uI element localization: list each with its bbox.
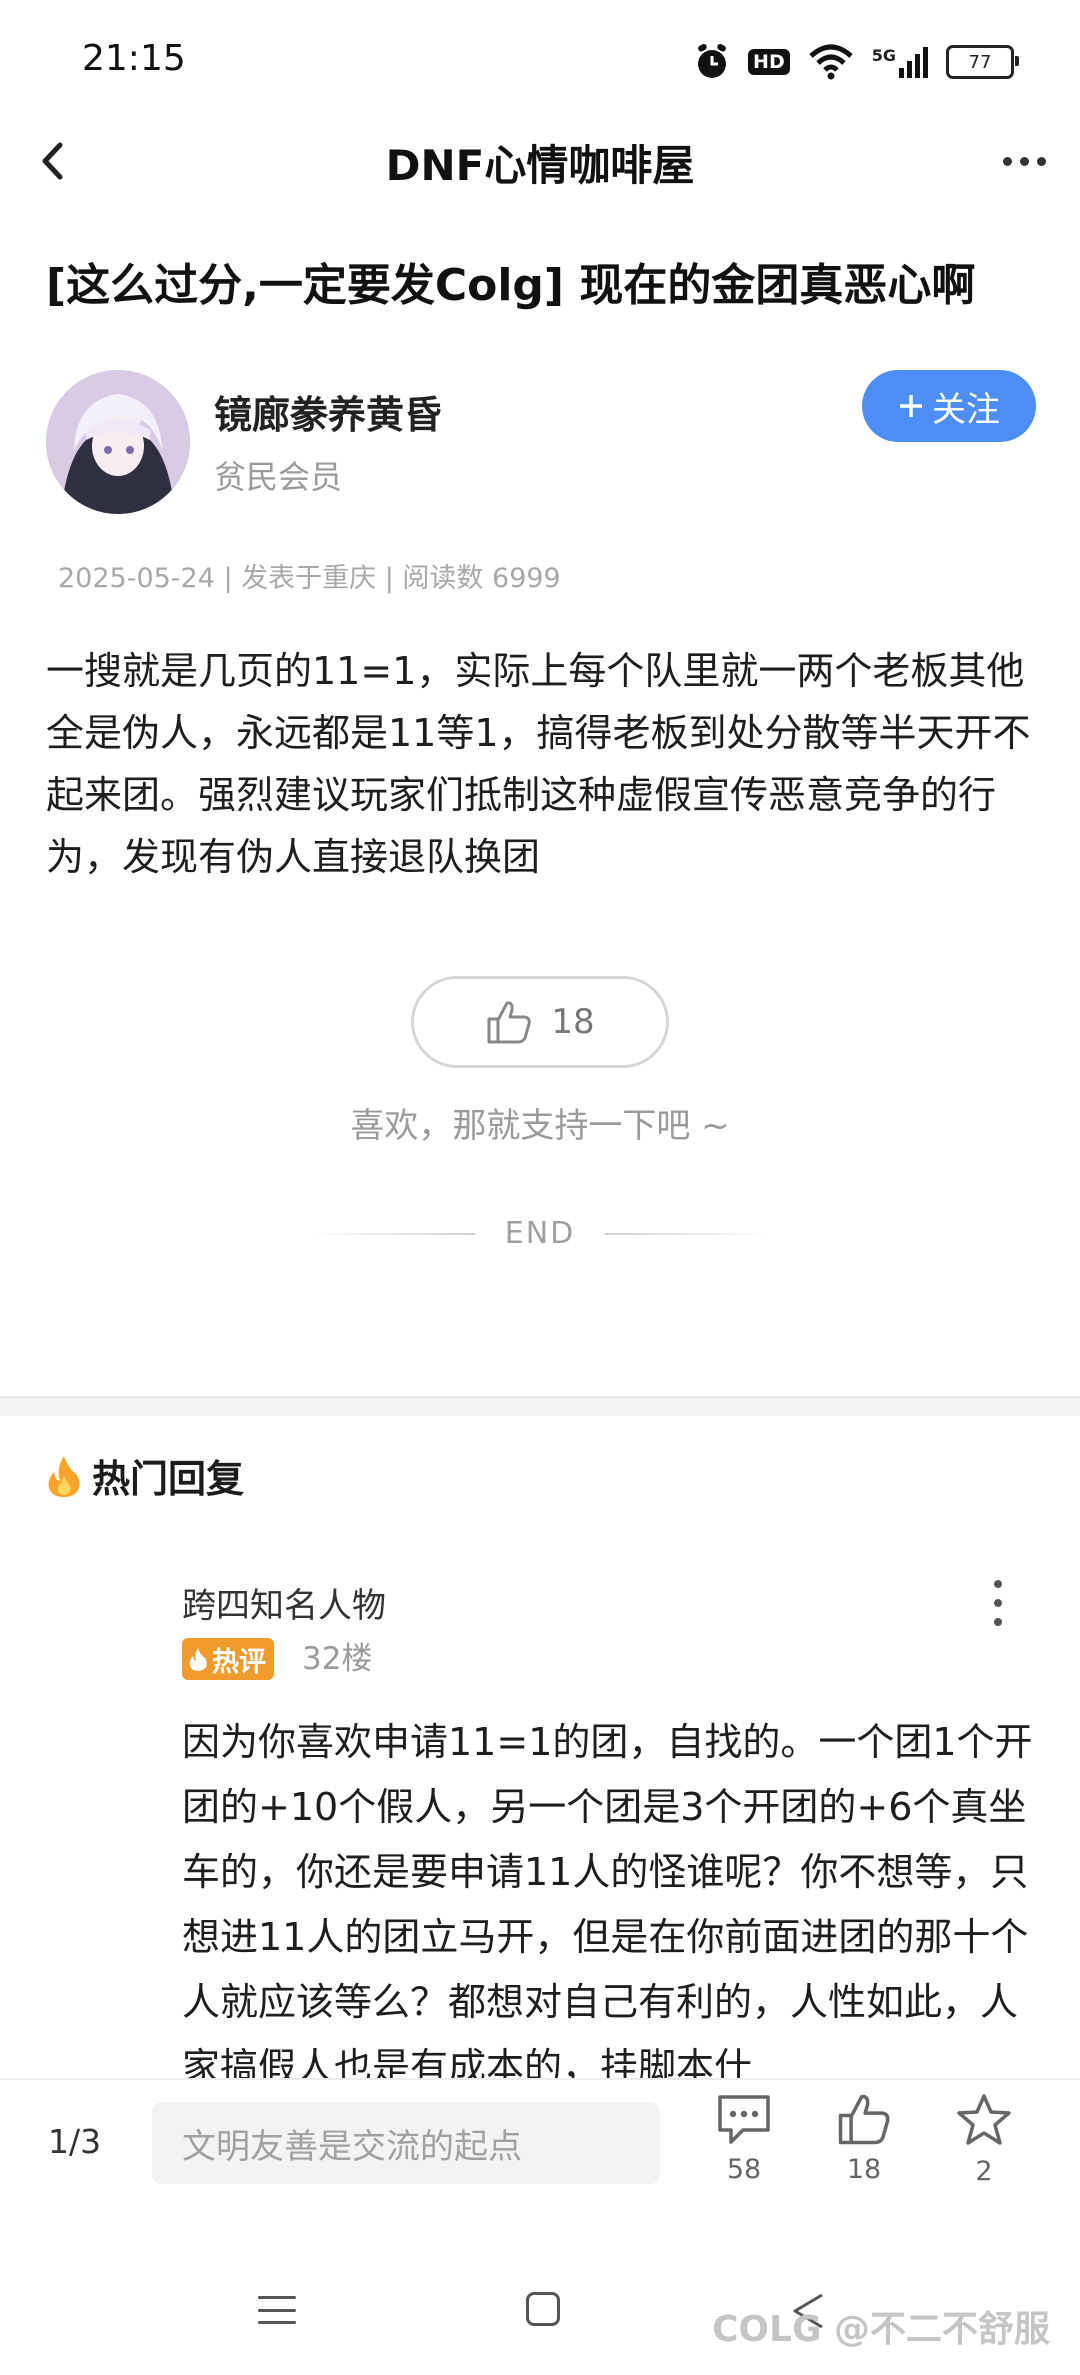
thumbs-up-icon (487, 1001, 532, 1044)
end-label: END (504, 1216, 576, 1251)
page-indicator[interactable]: 1/3 (48, 2122, 101, 2161)
star-icon (957, 2094, 1011, 2145)
more-options-button[interactable] (994, 136, 1054, 186)
end-divider: END (310, 1216, 770, 1251)
fire-icon (189, 1648, 207, 1671)
comment-input[interactable]: 文明友善是交流的起点 (152, 2102, 660, 2184)
menu-icon (258, 2296, 296, 2299)
hot-replies-title: 热门回复 (92, 1457, 245, 1501)
page-title: DNF心情咖啡屋 (385, 141, 695, 190)
end-line-right (605, 1232, 770, 1235)
signal-5g-icon: 5G (872, 46, 928, 78)
battery-level: 77 (968, 51, 992, 73)
status-icons: HD 5G 77 (694, 40, 1019, 84)
status-time: 21:15 (82, 38, 186, 79)
more-vertical-icon (994, 1580, 1002, 1588)
hd-icon: HD (748, 49, 790, 75)
reply-username[interactable]: 跨四知名人物 (182, 1578, 386, 1627)
favorite-button[interactable]: 2 (934, 2092, 1034, 2187)
reply-floor: 32楼 (302, 1641, 373, 1677)
home-button[interactable] (526, 2292, 560, 2326)
thumbs-up-icon (838, 2094, 890, 2145)
wifi-icon (808, 44, 854, 80)
like-count: 18 (551, 1002, 595, 1042)
plus-icon (900, 395, 922, 417)
watermark: COLG @不二不舒服 (712, 2309, 1051, 2350)
reply-more-button[interactable] (986, 1580, 1010, 1626)
bottom-like-button[interactable]: 18 (814, 2092, 914, 2185)
comment-placeholder: 文明友善是交流的起点 (182, 2126, 522, 2167)
author-level: 贫民会员 (214, 458, 343, 496)
like-hint: 喜欢，那就支持一下吧 ~ (350, 1106, 730, 1146)
recent-apps-button[interactable] (258, 2296, 296, 2324)
end-line-left (310, 1232, 475, 1235)
alarm-icon (694, 43, 730, 81)
network-type: 5G (871, 46, 896, 65)
avatar[interactable] (46, 370, 190, 514)
likes-count: 18 (846, 2154, 882, 2185)
follow-label: 关注 (932, 389, 1000, 430)
post-title: [这么过分,一定要发Colg] 现在的金团真恶心啊 (46, 260, 976, 311)
comment-bubble-icon (718, 2095, 770, 2144)
reply-text: 因为你喜欢申请11=1的团，自找的。一个团1个开团的+10个假人，另一个团是3个… (182, 1720, 1033, 2089)
like-button[interactable]: 18 (411, 976, 669, 1068)
hot-badge-label: 热评 (212, 1646, 266, 1678)
comments-button[interactable]: 58 (694, 2092, 794, 2185)
author-name[interactable]: 镜廊豢养黄昏 (214, 384, 442, 439)
post-body: 一搜就是几页的11=1，实际上每个队里就一两个老板其他全是伪人，永远都是11等1… (46, 649, 1031, 879)
hot-replies-header: 热门回复 (46, 1448, 244, 1503)
favorites-count: 2 (975, 2156, 993, 2187)
fire-icon (48, 1455, 80, 1497)
hot-comment-badge: 热评 (182, 1638, 274, 1680)
more-dots-icon (1002, 156, 1012, 166)
section-divider (0, 1396, 1080, 1416)
battery-icon: 77 (946, 45, 1019, 79)
comments-count: 58 (726, 2154, 762, 2185)
post-meta: 2025-05-24 | 发表于重庆 | 阅读数 6999 (58, 563, 561, 594)
follow-button[interactable]: 关注 (862, 370, 1036, 442)
avatar-image (46, 370, 190, 514)
